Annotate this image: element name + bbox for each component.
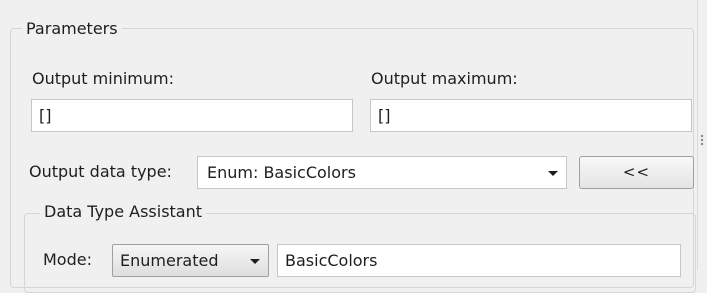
grip-icon: [700, 134, 704, 146]
parameters-title: Parameters: [22, 17, 122, 41]
mode-dropdown-value: Enumerated: [120, 251, 219, 270]
data-type-assistant-toggle-button[interactable]: <<: [579, 156, 694, 189]
output-minimum-field[interactable]: [31, 99, 353, 132]
output-data-type-value: Enum: BasicColors: [207, 163, 356, 182]
output-maximum-label: Output maximum:: [371, 69, 518, 88]
mode-label: Mode:: [43, 250, 92, 269]
chevron-down-icon: [548, 171, 558, 176]
output-maximum-field[interactable]: [370, 99, 692, 132]
output-data-type-dropdown[interactable]: Enum: BasicColors: [197, 156, 567, 189]
output-minimum-label: Output minimum:: [32, 69, 174, 88]
chevron-down-icon: [250, 259, 260, 264]
panel-resize-edge[interactable]: [697, 0, 707, 270]
data-type-assistant-title: Data Type Assistant: [40, 200, 207, 224]
mode-dropdown[interactable]: Enumerated: [112, 244, 269, 277]
enum-class-name-field[interactable]: [277, 244, 681, 277]
output-data-type-label: Output data type:: [29, 162, 172, 181]
